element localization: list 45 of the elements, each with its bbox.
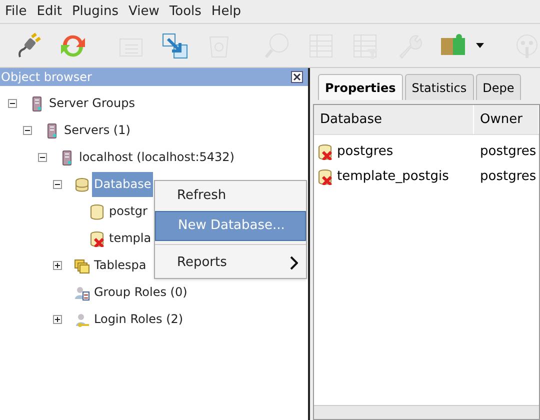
copy-icon	[160, 30, 190, 60]
table-cell-text: postgres	[480, 168, 536, 186]
column-header[interactable]: Database	[314, 105, 474, 134]
database-error-icon	[317, 168, 333, 184]
horizontal-scrollbar[interactable]	[314, 405, 539, 419]
tree-item[interactable]: Group Roles (0)	[92, 280, 190, 305]
tree-item[interactable]: Servers (1)	[62, 118, 132, 143]
folders-icon	[74, 258, 90, 274]
panel-title: Object browser	[1, 69, 92, 86]
database-icon	[89, 204, 105, 220]
database-error-icon	[89, 230, 105, 246]
database-error-icon	[317, 144, 333, 160]
tree-item[interactable]: Tablespa	[92, 253, 148, 278]
menu-item[interactable]: Edit	[32, 2, 67, 22]
collapse-icon[interactable]	[53, 180, 62, 189]
expand-icon[interactable]	[53, 261, 62, 270]
table-cell-text: postgres	[480, 142, 536, 161]
tab[interactable]: Statistics	[404, 74, 474, 100]
tree-item[interactable]: localhost (localhost:5432)	[77, 145, 236, 170]
dropdown-icon[interactable]	[476, 43, 484, 48]
collapse-icon[interactable]	[38, 153, 47, 162]
context-menu-item[interactable]: Refresh	[155, 181, 306, 211]
collapse-icon[interactable]	[8, 99, 17, 108]
tab[interactable]: Depe	[476, 74, 522, 100]
column-header[interactable]: Owner	[474, 105, 539, 134]
menu-item[interactable]: File	[0, 2, 32, 22]
close-icon[interactable]	[291, 71, 303, 83]
collapse-icon[interactable]	[23, 126, 32, 135]
context-menu-item[interactable]: Reports	[155, 248, 306, 278]
expand-icon[interactable]	[53, 315, 62, 324]
menu-item[interactable]: Tools	[164, 2, 206, 22]
toolbar-button[interactable]	[160, 30, 190, 60]
table-cell-text: template_postgis	[337, 168, 449, 186]
menu-item[interactable]: Plugins	[66, 2, 124, 22]
table-cell-text: postgres	[337, 142, 394, 161]
menu-item[interactable]: Help	[206, 2, 246, 22]
tree-item[interactable]: Login Roles (2)	[92, 307, 186, 332]
group-roles-icon	[74, 284, 90, 300]
tree-item[interactable]: templa	[107, 226, 154, 251]
tree-item[interactable]: Server Groups	[47, 91, 137, 116]
menu-item[interactable]: View	[124, 2, 164, 22]
database-icon	[74, 176, 90, 192]
tab[interactable]: Properties	[318, 74, 403, 100]
user-key-icon	[74, 312, 90, 328]
tree-item[interactable]: postgr	[107, 199, 150, 224]
